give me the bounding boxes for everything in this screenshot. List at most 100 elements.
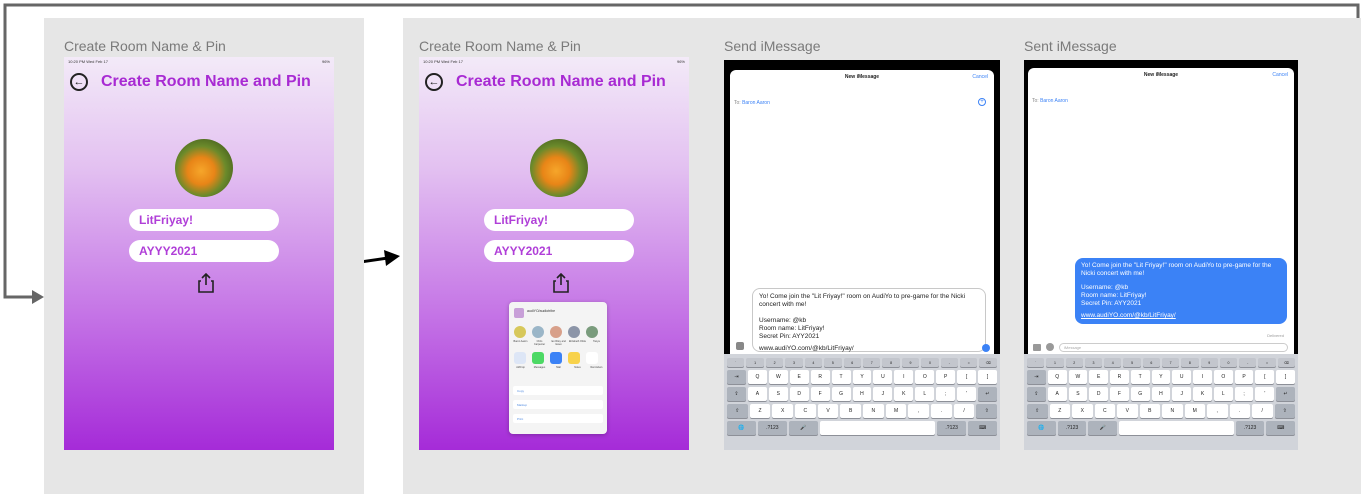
contact-avatar[interactable] [586, 326, 598, 338]
key[interactable]: H [1151, 387, 1171, 401]
return-key[interactable]: ↵ [978, 387, 997, 401]
app-drawer-icon[interactable] [736, 342, 744, 350]
key[interactable]: L [1213, 387, 1233, 401]
key[interactable]: / [953, 404, 975, 418]
key[interactable]: H [852, 387, 872, 401]
key[interactable]: C [795, 404, 816, 418]
key[interactable]: ] [978, 370, 997, 384]
key[interactable]: E [789, 370, 809, 384]
key[interactable]: , [1207, 404, 1228, 418]
key[interactable]: U [873, 370, 893, 384]
dismiss-keyboard-key[interactable]: ⌨ [968, 421, 998, 435]
backspace-key[interactable]: ⌫ [979, 358, 997, 367]
share-action-print[interactable]: Print [513, 414, 603, 423]
key[interactable]: T [831, 370, 851, 384]
key[interactable]: 1 [1046, 358, 1064, 367]
key[interactable]: 1 [746, 358, 764, 367]
shift-key[interactable]: ⇧ [1274, 404, 1295, 418]
shift-key[interactable]: ⇧ [727, 404, 748, 418]
key[interactable]: ' [1255, 387, 1275, 401]
key[interactable]: 7 [1161, 358, 1180, 367]
key[interactable]: Q [1047, 370, 1067, 384]
space-key[interactable] [819, 421, 936, 435]
key[interactable]: P [1234, 370, 1254, 384]
key[interactable]: 9 [901, 358, 920, 367]
space-key[interactable] [1119, 421, 1234, 435]
back-arrow-icon[interactable]: ← [425, 73, 443, 91]
globe-key[interactable]: 🌐 [727, 421, 756, 435]
key[interactable]: D [1089, 387, 1109, 401]
back-arrow-icon[interactable]: ← [70, 73, 88, 91]
key[interactable]: N [1162, 404, 1183, 418]
key[interactable]: ` [1027, 358, 1045, 367]
return-key[interactable]: ↵ [1276, 387, 1295, 401]
globe-key[interactable]: 🌐 [1027, 421, 1056, 435]
key[interactable]: Z [749, 404, 771, 418]
key[interactable]: - [940, 358, 959, 367]
contact-avatar[interactable] [568, 326, 580, 338]
key[interactable]: J [1172, 387, 1192, 401]
key[interactable]: Q [747, 370, 767, 384]
share-icon[interactable] [198, 273, 214, 293]
key[interactable]: X [772, 404, 794, 418]
key[interactable]: 9 [1200, 358, 1218, 367]
room-pin-input[interactable]: AYYY2021 [129, 240, 279, 262]
key[interactable]: - [1239, 358, 1257, 367]
app-store-icon[interactable] [1046, 343, 1054, 351]
dismiss-keyboard-key[interactable]: ⌨ [1266, 421, 1296, 435]
tab-key[interactable]: ⇥ [1027, 370, 1046, 384]
airdrop-icon[interactable] [514, 352, 526, 364]
imessage-input[interactable]: iMessage [1059, 343, 1288, 352]
key[interactable]: = [1258, 358, 1276, 367]
room-name-input[interactable]: LitFriyay! [484, 209, 634, 231]
key[interactable]: F [810, 387, 830, 401]
key[interactable]: G [1130, 387, 1150, 401]
key[interactable]: W [1068, 370, 1088, 384]
key[interactable]: R [810, 370, 830, 384]
contact-avatar[interactable] [514, 326, 526, 338]
messages-icon[interactable] [532, 352, 544, 364]
contact-avatar[interactable] [532, 326, 544, 338]
room-pin-input[interactable]: AYYY2021 [484, 240, 634, 262]
key[interactable]: 0 [921, 358, 939, 367]
key[interactable]: A [747, 387, 767, 401]
room-avatar[interactable] [530, 139, 588, 197]
sent-message-bubble[interactable]: Yo! Come join the "Lit Friyay!" room on … [1075, 258, 1287, 324]
to-field[interactable]: To: Baron Aaron [734, 100, 770, 106]
share-action-markup[interactable]: Markup [513, 400, 603, 409]
key[interactable]: C [1094, 404, 1115, 418]
key[interactable]: M [1184, 404, 1205, 418]
key[interactable]: , [908, 404, 930, 418]
caps-lock-key[interactable]: ⇪ [1027, 387, 1046, 401]
backspace-key[interactable]: ⌫ [1277, 358, 1295, 367]
key[interactable]: O [915, 370, 935, 384]
key[interactable]: 4 [804, 358, 823, 367]
numbers-key[interactable]: .?123 [1235, 421, 1265, 435]
key[interactable]: 5 [1123, 358, 1141, 367]
key[interactable]: O [1213, 370, 1233, 384]
key[interactable]: . [931, 404, 952, 418]
key[interactable]: K [894, 387, 914, 401]
key[interactable]: 3 [785, 358, 803, 367]
key[interactable]: 4 [1104, 358, 1122, 367]
key[interactable]: F [1110, 387, 1129, 401]
numbers-key[interactable]: .?123 [1057, 421, 1087, 435]
add-contact-icon[interactable]: + [978, 98, 986, 106]
cancel-button[interactable]: Cancel [1272, 72, 1288, 78]
key[interactable]: M [885, 404, 907, 418]
key[interactable]: ; [1234, 387, 1254, 401]
share-action-copy[interactable]: Copy [513, 386, 603, 395]
reminders-icon[interactable] [586, 352, 598, 364]
key[interactable]: W [768, 370, 788, 384]
key[interactable]: V [817, 404, 839, 418]
key[interactable]: [ [957, 370, 977, 384]
key[interactable]: 8 [882, 358, 900, 367]
key[interactable]: L [915, 387, 935, 401]
key[interactable]: U [1172, 370, 1192, 384]
key[interactable]: 6 [1142, 358, 1160, 367]
key[interactable]: I [894, 370, 914, 384]
key[interactable]: K [1193, 387, 1212, 401]
key[interactable]: V [1117, 404, 1138, 418]
key[interactable]: G [831, 387, 851, 401]
key[interactable]: ` [727, 358, 745, 367]
